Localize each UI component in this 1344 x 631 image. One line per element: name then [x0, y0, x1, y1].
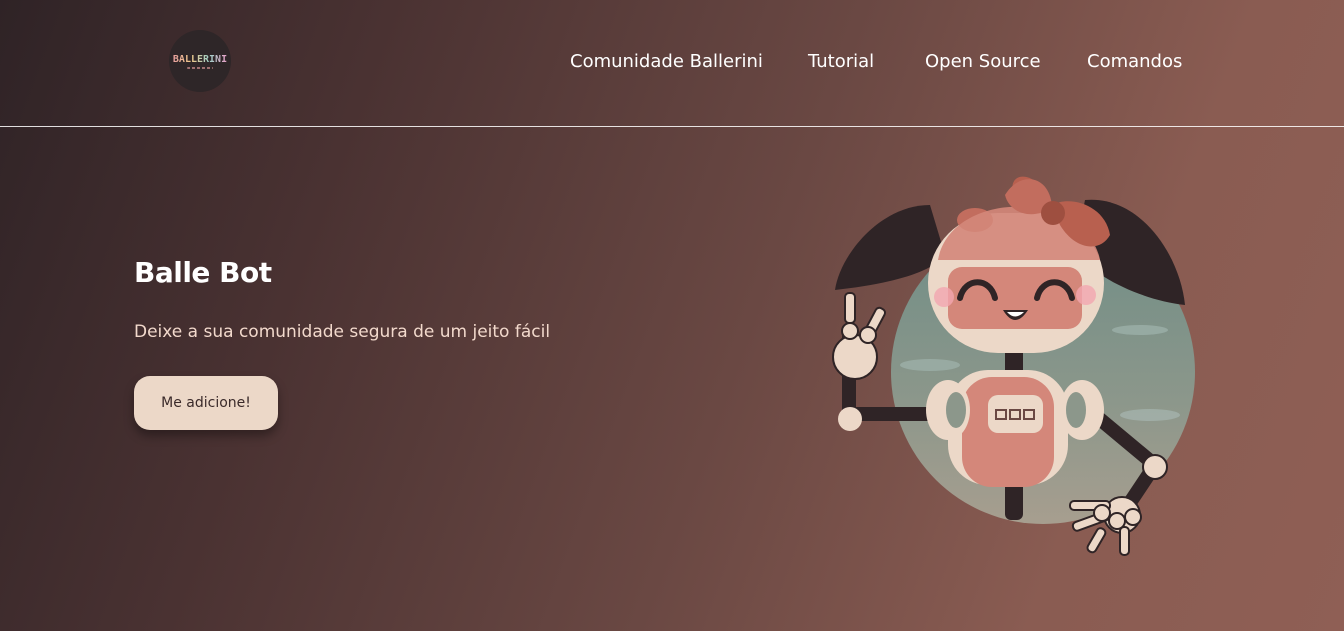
robot-mascot-illustration	[820, 165, 1210, 565]
hero-subtitle: Deixe a sua comunidade segura de um jeit…	[134, 322, 551, 342]
nav-link-tutorial[interactable]: Tutorial	[808, 50, 874, 74]
logo-text: BALLERINI	[172, 53, 228, 65]
logo-decoration	[187, 66, 213, 69]
hero-title: Balle Bot	[134, 256, 272, 289]
add-bot-button[interactable]: Me adicione!	[134, 376, 278, 430]
site-header: BALLERINI Comunidade Ballerini Tutorial …	[0, 0, 1344, 127]
nav-link-comandos[interactable]: Comandos	[1087, 50, 1182, 74]
nav-link-open-source[interactable]: Open Source	[925, 50, 1041, 74]
nav-link-comunidade[interactable]: Comunidade Ballerini	[570, 50, 763, 74]
ballerini-logo[interactable]: BALLERINI	[169, 30, 231, 92]
